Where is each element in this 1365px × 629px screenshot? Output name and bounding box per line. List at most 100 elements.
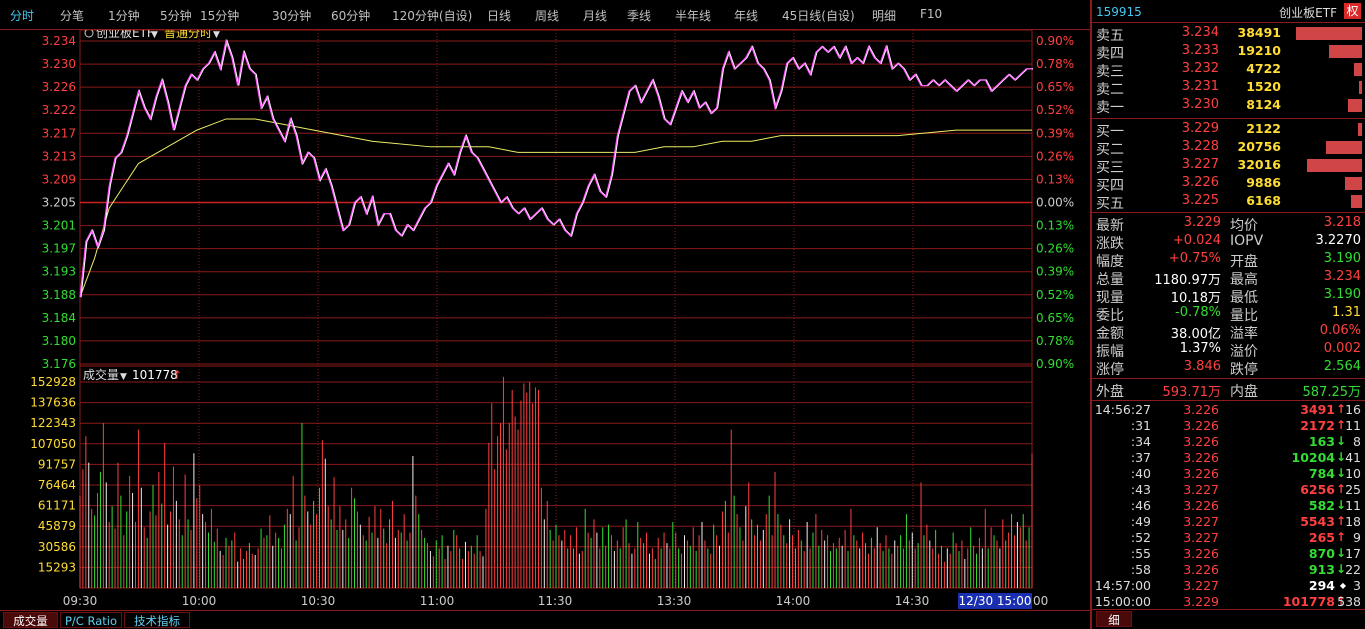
- tab-11[interactable]: 季线: [627, 7, 651, 24]
- bid-level[interactable]: 买三 3.227 32016: [1092, 157, 1365, 176]
- period-tab-bar: 分时 分笔 1分钟 5分钟 15分钟 30分钟 60分钟 120分钟(自设) 日线 周线 月线 季线 半…: [0, 0, 1090, 30]
- time-axis-label: 11:30: [538, 594, 573, 608]
- tick-count: 18: [1345, 514, 1361, 529]
- tab-0[interactable]: 分时: [10, 7, 34, 24]
- intraday-chart[interactable]: 3.234 0.90% 3.230 0.78% 3.226 0.65% 3.222 0.52%…: [0, 30, 1090, 610]
- tab-volume[interactable]: 成交量: [3, 612, 58, 628]
- stat-label: 涨跌: [1096, 236, 1124, 252]
- stat-value: 1.31: [1332, 305, 1361, 320]
- pct-axis-label: 0.13%: [1036, 172, 1074, 186]
- cursor-time-label: 12/30 15:00: [959, 594, 1032, 608]
- indicator-tab-bar: 成交量 P/C Ratio 技术指标: [0, 610, 1090, 629]
- tab-1[interactable]: 分笔: [60, 7, 84, 24]
- stat-value: 3.190: [1323, 287, 1361, 302]
- tick-count: 25: [1345, 482, 1361, 497]
- pct-axis-label: 0.90%: [1036, 357, 1074, 371]
- quote-panel: 159915 创业板ETF 权 卖五 3.234 38491 卖四 3.233 19210…: [1090, 0, 1365, 629]
- price-axis-label: 3.230: [42, 57, 76, 71]
- tick-price: 3.226: [1183, 434, 1219, 449]
- tab-15[interactable]: 明细: [872, 7, 896, 24]
- level-label: 卖一: [1096, 100, 1124, 116]
- tab-detail[interactable]: 细: [1096, 611, 1132, 627]
- tick-time: :34: [1130, 434, 1151, 449]
- tab-3[interactable]: 5分钟: [160, 7, 192, 24]
- price-axis-label: 3.217: [42, 126, 76, 140]
- tab-technical-indicators[interactable]: 技术指标: [124, 612, 190, 628]
- settings-circle-icon[interactable]: [84, 30, 94, 38]
- level-label: 买四: [1096, 178, 1124, 194]
- tick-time: :52: [1130, 530, 1151, 545]
- pct-axis-label: 0.78%: [1036, 334, 1074, 348]
- ask-level[interactable]: 卖二 3.231 1520: [1092, 79, 1365, 98]
- level-volume-bar: [1351, 195, 1362, 208]
- stat-label: 幅度: [1096, 254, 1124, 270]
- bid-level[interactable]: 买一 3.229 2122: [1092, 121, 1365, 140]
- ask-level[interactable]: 卖四 3.233 19210: [1092, 43, 1365, 62]
- chart-mode-label[interactable]: 普通分时: [164, 30, 212, 40]
- tab-9[interactable]: 周线: [535, 7, 559, 24]
- price-axis-label: 3.188: [42, 288, 76, 302]
- tick-volume: 2172: [1300, 418, 1335, 433]
- pct-axis-label: 0.52%: [1036, 103, 1074, 117]
- tick-price: 3.227: [1183, 530, 1219, 545]
- price-axis-label: 3.226: [42, 80, 76, 94]
- tick-time: :43: [1130, 482, 1151, 497]
- tab-pc-ratio[interactable]: P/C Ratio: [60, 612, 122, 628]
- tab-16[interactable]: F10: [920, 7, 942, 21]
- security-name: 创业板ETF: [1279, 6, 1337, 20]
- tick-time: :46: [1130, 498, 1151, 513]
- pct-axis-label: 0.90%: [1036, 34, 1074, 48]
- level-volume-bar: [1329, 45, 1362, 58]
- level-price: 3.228: [1181, 139, 1219, 154]
- price-axis-label: 3.176: [42, 357, 76, 371]
- tab-10[interactable]: 月线: [583, 7, 607, 24]
- tab-7[interactable]: 120分钟(自设): [392, 7, 472, 24]
- stat-label: 委比: [1096, 308, 1124, 324]
- tab-4[interactable]: 15分钟: [200, 7, 239, 24]
- tab-8[interactable]: 日线: [487, 7, 511, 24]
- tab-2[interactable]: 1分钟: [108, 7, 140, 24]
- down-arrow-icon: ↓: [1335, 434, 1346, 448]
- tab-5[interactable]: 30分钟: [272, 7, 311, 24]
- mode-dropdown-icon[interactable]: ▼: [213, 30, 220, 40]
- tick-count: 16: [1345, 402, 1361, 417]
- level-label: 卖二: [1096, 82, 1124, 98]
- price-axis-label: 3.213: [42, 149, 76, 163]
- price-axis-label: 3.180: [42, 334, 76, 348]
- stat-value: 0.06%: [1319, 323, 1361, 338]
- name-dropdown-icon[interactable]: ▼: [151, 30, 158, 40]
- volume-dropdown-icon[interactable]: ▼: [120, 372, 127, 382]
- tick-price: 3.226: [1183, 562, 1219, 577]
- tab-13[interactable]: 年线: [734, 7, 758, 24]
- ask-level[interactable]: 卖一 3.230 8124: [1092, 97, 1365, 116]
- tab-6[interactable]: 60分钟: [331, 7, 370, 24]
- ask-level[interactable]: 卖三 3.232 4722: [1092, 61, 1365, 80]
- tab-12[interactable]: 半年线: [675, 7, 711, 24]
- stat-value: 1180.97万: [1154, 273, 1221, 288]
- bid-level[interactable]: 买二 3.228 20756: [1092, 139, 1365, 158]
- bid-level[interactable]: 买四 3.226 9886: [1092, 175, 1365, 194]
- level-price: 3.225: [1181, 193, 1219, 208]
- tick-volume: 5543: [1300, 514, 1335, 529]
- tick-price: 3.226: [1183, 546, 1219, 561]
- ask-level[interactable]: 卖五 3.234 38491: [1092, 25, 1365, 44]
- pct-axis-label: 0.26%: [1036, 149, 1074, 163]
- stat-value: -0.78%: [1175, 305, 1221, 320]
- level-price: 3.234: [1181, 25, 1219, 40]
- tick-time: :55: [1130, 546, 1151, 561]
- bid-level[interactable]: 买五 3.225 6168: [1092, 193, 1365, 212]
- pct-axis-label: 0.39%: [1036, 126, 1074, 140]
- level-volume: 1520: [1246, 79, 1281, 94]
- stat-value: 3.846: [1183, 359, 1221, 374]
- level-volume: 19210: [1237, 43, 1282, 58]
- stat-label: 跌停: [1230, 362, 1258, 378]
- tick-price: 3.227: [1183, 514, 1219, 529]
- tick-time: :49: [1130, 514, 1151, 529]
- tab-14[interactable]: 45日线(自设): [782, 7, 855, 24]
- level-label: 买一: [1096, 124, 1124, 140]
- stat-row: 现量 10.18万 最低 3.190: [1092, 287, 1365, 306]
- outer-volume-value: 593.71万: [1162, 385, 1222, 400]
- pct-axis-label: 0.39%: [1036, 265, 1074, 279]
- level-volume: 20756: [1237, 139, 1282, 154]
- rights-badge[interactable]: 权: [1344, 3, 1361, 19]
